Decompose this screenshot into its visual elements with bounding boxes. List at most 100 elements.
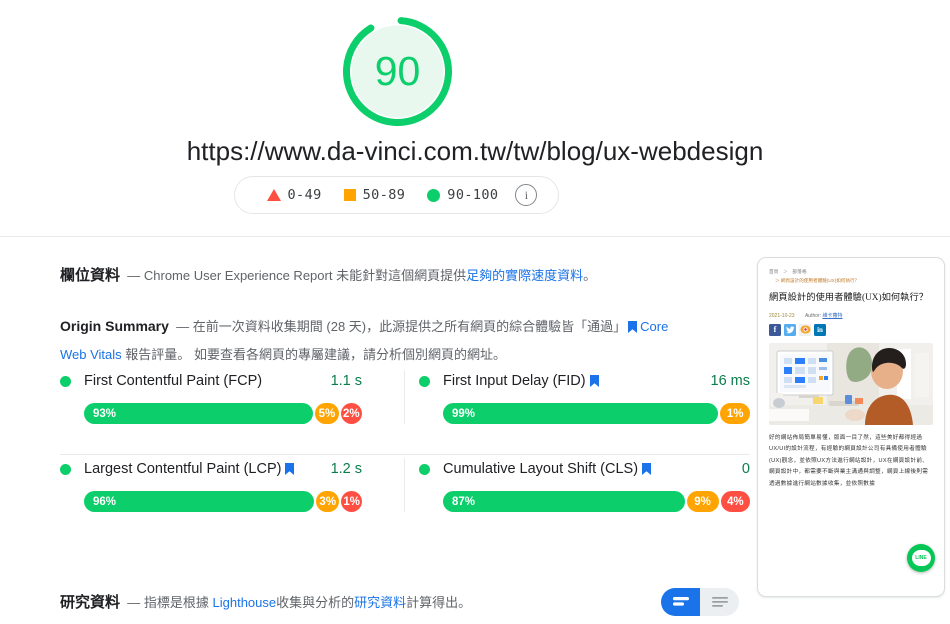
preview-date: 2021-10-23	[769, 312, 795, 319]
red-triangle-icon	[266, 189, 281, 201]
line-chat-icon[interactable]: LINE	[907, 544, 935, 572]
distribution-segment-good: 87%	[443, 491, 685, 512]
distribution-segment-poor: 4%	[720, 491, 751, 512]
core-web-vitals-link-part1[interactable]: Core	[640, 319, 668, 334]
lab-data-text-before: 指標是根據	[143, 595, 213, 610]
metric-lcp: Largest Contentful Paint (LCP) 1.2 s 96%…	[60, 458, 405, 512]
score-value: 90	[374, 48, 421, 94]
origin-summary-line2b: 如要查看各網頁的專屬建議，請分析個別網頁的網址。	[193, 347, 506, 362]
metric-distribution-bar: 87% 9% 4%	[443, 491, 751, 512]
performance-score-gauge: 90	[339, 13, 456, 130]
metric-value: 16 ms	[710, 373, 751, 389]
breadcrumb-home: 首頁	[769, 269, 779, 274]
lighthouse-link[interactable]: Lighthouse	[213, 595, 277, 610]
green-circle-icon	[427, 188, 441, 202]
origin-summary-line2a: 報告評量。	[125, 347, 191, 362]
metric-fcp: First Contentful Paint (FCP) 1.1 s 93% 5…	[60, 370, 405, 424]
field-data-text-after: 。	[583, 268, 597, 283]
info-glyph: i	[524, 187, 529, 202]
preview-author-name: 維卡蘿特	[822, 312, 843, 319]
origin-summary-dash: —	[176, 319, 190, 334]
lab-data-text-mid: 收集與分析的	[276, 595, 355, 610]
lab-data-heading: 研究資料	[60, 594, 121, 611]
distribution-segment-good: 93%	[84, 403, 314, 424]
lab-data-section-header: 研究資料 — 指標是根據 Lighthouse 收集與分析的 研究資料 計算得出…	[60, 591, 471, 612]
distribution-segment-average: 9%	[686, 491, 719, 512]
preview-body-text: 好的網站佈局簡單易懂，版面一目了然，這些美好都得經過UX/UI的設計流程，有經驗…	[769, 434, 929, 487]
distribution-segment-average: 1%	[720, 403, 750, 424]
core-web-vitals-link-part2[interactable]: Web Vitals	[60, 347, 122, 362]
list-view-icon[interactable]	[700, 588, 739, 616]
field-data-heading: 欄位資料	[60, 267, 121, 284]
distribution-segment-good: 99%	[443, 403, 719, 424]
preview-breadcrumb: 首頁 ＞ 部落格	[769, 268, 933, 277]
metric-distribution-bar: 99% 1%	[443, 403, 750, 424]
distribution-segment-average: 5%	[315, 403, 339, 424]
preview-article-title: 網頁設計的使用者體驗(UX)如何執行？	[769, 293, 929, 304]
metric-name: Largest Contentful Paint (LCP)	[84, 461, 282, 477]
metric-fid: First Input Delay (FID) 16 ms 99% 1%	[405, 370, 750, 424]
card-view-glyph	[672, 597, 689, 606]
field-data-dash: —	[127, 268, 141, 283]
metric-cls: Cumulative Layout Shift (CLS) 0 87% 9% 4…	[405, 458, 751, 512]
legend-label-good: 90-100	[447, 187, 499, 203]
orange-square-icon	[343, 189, 356, 201]
photo-illustration	[769, 342, 933, 425]
lab-data-text-after: 計算得出。	[406, 595, 472, 610]
section-divider	[60, 454, 750, 455]
green-circle-icon	[60, 375, 71, 387]
distribution-segment-average: 3%	[316, 491, 340, 512]
preview-social-buttons: f in	[769, 323, 933, 336]
legend-label-poor: 0-49	[287, 187, 322, 203]
metric-value: 1.2 s	[330, 461, 362, 477]
linkedin-icon[interactable]: in	[814, 323, 826, 336]
field-data-section-header: 欄位資料 — Chrome User Experience Report 未能針…	[60, 264, 596, 285]
person-at-computer-photo	[769, 342, 933, 425]
preview-author-label: Author:	[804, 312, 822, 319]
metrics-row-1: First Contentful Paint (FCP) 1.1 s 93% 5…	[60, 370, 750, 424]
info-icon[interactable]: i	[515, 184, 538, 206]
field-data-link[interactable]: 足夠的實際速度資料	[466, 268, 583, 283]
weibo-icon[interactable]	[799, 323, 811, 336]
analyzed-url: https://www.da-vinci.com.tw/tw/blog/ux-w…	[186, 136, 764, 166]
green-circle-icon	[419, 463, 430, 475]
distribution-segment-poor: 2%	[340, 403, 362, 424]
distribution-segment-poor: 1%	[341, 491, 362, 512]
metric-value: 0	[741, 461, 750, 477]
core-web-vitals-metrics: First Contentful Paint (FCP) 1.1 s 93% 5…	[60, 370, 751, 512]
metric-distribution-bar: 93% 5% 2%	[84, 403, 362, 424]
legend-item-average: 50-89	[343, 187, 406, 203]
pagespeed-insights-report: 90 https://www.da-vinci.com.tw/tw/blog/u…	[0, 0, 950, 624]
report-header: 90 https://www.da-vinci.com.tw/tw/blog/u…	[0, 0, 950, 237]
blue-flag-icon	[628, 321, 638, 333]
blue-flag-icon	[642, 463, 652, 475]
twitter-icon[interactable]	[784, 323, 796, 336]
blue-flag-icon	[589, 375, 599, 387]
facebook-icon[interactable]: f	[769, 323, 781, 336]
origin-summary-heading: Origin Summary	[60, 318, 169, 334]
preview-article-meta: 2021-10-23 Author: 維卡蘿特	[769, 312, 933, 319]
breadcrumb-blog: 部落格	[792, 269, 807, 274]
breadcrumb-current: ＞ 網頁設計的使用者體驗(UX)如何執行？	[775, 277, 860, 283]
line-chat-label: LINE	[911, 550, 931, 566]
green-circle-icon	[60, 463, 71, 475]
lab-data-link[interactable]: 研究資料	[354, 595, 406, 610]
metric-name: First Contentful Paint (FCP)	[84, 373, 263, 389]
origin-summary-line1: 在前一次資料收集期間 (28 天)，此源提供之所有網頁的綜合體驗皆「通過」	[192, 319, 627, 334]
page-screenshot-preview: 首頁 ＞ 部落格 ＞ 網頁設計的使用者體驗(UX)如何執行？ 網頁設計的使用者體…	[757, 257, 945, 597]
weibo-eye-glyph	[800, 325, 810, 334]
list-view-glyph	[711, 597, 728, 607]
distribution-segment-good: 96%	[84, 491, 315, 512]
legend-item-good: 90-100	[427, 187, 498, 203]
lab-data-dash: —	[127, 595, 141, 610]
score-legend: 0-49 50-89 90-100 i	[234, 176, 559, 214]
breadcrumb-separator: ＞	[783, 269, 788, 274]
card-view-icon[interactable]	[661, 588, 700, 616]
origin-summary-section: Origin Summary — 在前一次資料收集期間 (28 天)，此源提供之…	[60, 316, 740, 363]
twitter-bird-glyph	[785, 326, 795, 334]
metric-distribution-bar: 96% 3% 1%	[84, 491, 362, 512]
view-toggle-group[interactable]	[661, 588, 739, 616]
green-circle-icon	[419, 375, 430, 387]
blue-flag-icon	[285, 463, 295, 475]
field-data-text: Chrome User Experience Report 未能針對這個網頁提供	[143, 268, 467, 283]
